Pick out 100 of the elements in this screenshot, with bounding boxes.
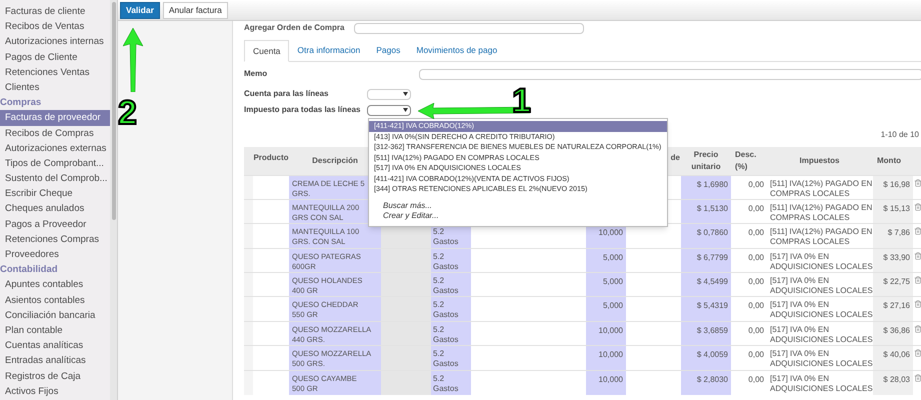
- sidebar-item[interactable]: Escribir Cheque: [0, 186, 110, 202]
- sidebar-item[interactable]: Facturas de proveedor: [0, 110, 110, 126]
- table-cell: 5.2 Gastos: [431, 248, 471, 273]
- dropdown-action[interactable]: Buscar más...: [369, 200, 667, 211]
- sidebar-scrollbar[interactable]: [110, 0, 117, 400]
- arrow-drawing: [123, 28, 143, 92]
- table-cell: [517] IVA 0% EN ADQUISICIONES LOCALES: [766, 346, 873, 370]
- table-cell: [511] IVA(12%) PAGADO EN COMPRAS LOCALES: [766, 175, 873, 200]
- sidebar-item[interactable]: Recibos de Ventas: [0, 19, 110, 34]
- sidebar-item[interactable]: Sustento del Comprob...: [0, 171, 110, 186]
- sidebar-item[interactable]: Tipos de Comprobant...: [0, 156, 110, 172]
- sidebar-item[interactable]: Asientos contables: [0, 292, 110, 308]
- table-cell: 0,00: [731, 199, 766, 224]
- table-cell: 10,000: [586, 321, 626, 346]
- table-cell: $ 0,7860: [681, 224, 731, 248]
- table-cell: 5,000: [586, 248, 626, 273]
- sidebar-item[interactable]: Activos Fijos: [0, 384, 110, 399]
- pager-text: 1-10 de 10: [880, 129, 919, 141]
- caret-icon: [403, 108, 408, 112]
- sidebar-item[interactable]: Clientes: [0, 80, 110, 96]
- table-cell: $ 5,4319: [681, 296, 731, 322]
- table-cell: $ 3,6859: [681, 321, 731, 346]
- trash-icon[interactable]: [914, 324, 921, 333]
- trash-icon[interactable]: [914, 252, 921, 260]
- table-cell: 0,00: [731, 224, 766, 248]
- table-cell: [517] IVA 0% EN ADQUISICIONES LOCALES: [766, 272, 873, 297]
- sidebar-item[interactable]: Pagos a Proveedor: [0, 216, 110, 232]
- account-select[interactable]: [367, 88, 411, 100]
- sidebar-item[interactable]: Apuntes contables: [0, 277, 110, 293]
- tab[interactable]: Otra informacion: [289, 40, 368, 61]
- sidebar-item[interactable]: Facturas de cliente: [0, 4, 110, 20]
- table-cell: [517] IVA 0% EN ADQUISICIONES LOCALES: [766, 370, 873, 395]
- sidebar-item[interactable]: Recibos de Compras: [0, 126, 110, 141]
- trash-icon[interactable]: [914, 178, 921, 186]
- sidebar-item[interactable]: Entradas analíticas: [0, 353, 110, 368]
- table-cell: $ 7,86: [873, 224, 913, 248]
- column-header[interactable]: Precio unitario: [681, 147, 731, 175]
- table-cell: $ 15,13: [873, 199, 913, 224]
- sidebar-item[interactable]: Proveedores: [0, 247, 110, 262]
- sidebar-section-heading: Contabilidad: [0, 263, 59, 278]
- purchase-order-label: Agregar Orden de Compra: [244, 22, 346, 34]
- table-cell: $ 22,75: [873, 272, 913, 297]
- sidebar-item[interactable]: Cuentas analíticas: [0, 338, 110, 354]
- tab[interactable]: Pagos: [368, 40, 408, 61]
- table-cell: [517] IVA 0% EN ADQUISICIONES LOCALES: [766, 296, 873, 322]
- sidebar-item[interactable]: Autorizaciones internas: [0, 34, 110, 50]
- cancel-invoice-button[interactable]: Anular factura: [162, 2, 228, 18]
- caret-icon: [403, 92, 408, 96]
- table-cell: 0,00: [731, 296, 766, 322]
- sidebar-item[interactable]: Autorizaciones externas: [0, 140, 110, 156]
- table-cell: [517] IVA 0% EN ADQUISICIONES LOCALES: [766, 248, 873, 273]
- memo-field[interactable]: [419, 68, 921, 80]
- table-cell: 0,00: [731, 321, 766, 346]
- table-cell: $ 6,7799: [681, 248, 731, 273]
- table-cell: [511] IVA(12%) PAGADO EN COMPRAS LOCALES: [766, 199, 873, 224]
- sidebar-item[interactable]: Conciliación bancaria: [0, 308, 110, 323]
- table-cell: 5,000: [586, 296, 626, 322]
- sidebar-item[interactable]: Pagos de Cliente: [0, 50, 110, 65]
- column-header[interactable]: de: [670, 153, 680, 162]
- table-cell: 5.2 Gastos: [431, 272, 471, 297]
- sidebar-item[interactable]: Cheques anulados: [0, 201, 110, 217]
- dropdown-action[interactable]: Crear y Editar...: [369, 211, 667, 222]
- trash-icon[interactable]: [914, 227, 921, 236]
- table-cell: 5,000: [586, 272, 626, 297]
- table-cell: [517] IVA 0% EN ADQUISICIONES LOCALES: [766, 321, 873, 346]
- annotation-number: 2: [118, 96, 137, 130]
- table-cell: 5.2 Gastos: [431, 321, 471, 346]
- trash-icon[interactable]: [914, 276, 921, 284]
- sidebar-item[interactable]: Retenciones Ventas: [0, 64, 110, 80]
- sidebar-item[interactable]: Registros de Caja: [0, 368, 110, 384]
- column-header[interactable]: Monto: [873, 147, 913, 175]
- trash-icon[interactable]: [914, 300, 921, 308]
- table-cell: 0,00: [731, 248, 766, 273]
- purchase-order-select[interactable]: [354, 22, 584, 34]
- table-cell: $ 1,6980: [681, 175, 731, 200]
- tab[interactable]: Movimientos de pago: [408, 40, 506, 61]
- table-cell: 5.2 Gastos: [431, 296, 471, 322]
- tab[interactable]: Cuenta: [244, 40, 290, 62]
- table-cell: $ 36,86: [873, 321, 913, 346]
- table-cell: 0,00: [731, 346, 766, 370]
- table-cell: [511] IVA(12%) PAGADO EN COMPRAS LOCALES: [766, 224, 873, 248]
- account-label: Cuenta para las líneas: [244, 88, 330, 100]
- table-cell: $ 1,5130: [681, 199, 731, 224]
- table-cell: $ 27,16: [873, 296, 913, 322]
- tax-label: Impuesto para todas las líneas: [244, 104, 362, 116]
- column-header[interactable]: Impuestos: [766, 147, 873, 175]
- table-cell: $ 4,5499: [681, 272, 731, 297]
- table-cell: 0,00: [731, 175, 766, 200]
- table-cell: $ 33,90: [873, 248, 913, 273]
- sidebar-item[interactable]: Retenciones Compras: [0, 232, 110, 247]
- table-cell: $ 16,98: [873, 175, 913, 200]
- column-header[interactable]: Producto: [253, 147, 289, 175]
- trash-icon[interactable]: [914, 202, 921, 211]
- validate-button[interactable]: Validar: [120, 2, 160, 18]
- table-cell: 0,00: [731, 272, 766, 297]
- tax-select[interactable]: [367, 104, 411, 116]
- table-cell: 0,00: [731, 370, 766, 395]
- memo-label: Memo: [244, 68, 268, 80]
- column-header[interactable]: Desc. (%): [731, 147, 766, 175]
- sidebar-item[interactable]: Plan contable: [0, 322, 110, 338]
